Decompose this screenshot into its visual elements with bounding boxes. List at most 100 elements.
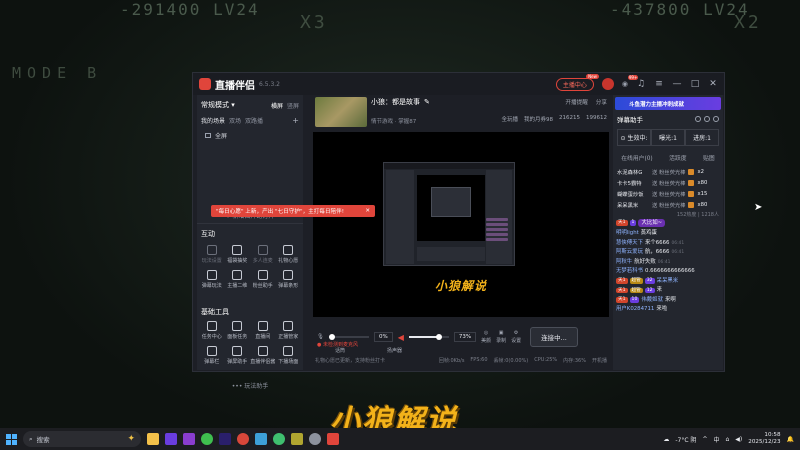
weather-text[interactable]: -7°C 阴 [675,435,696,444]
effect-entry: 进房:1 [685,129,719,146]
tool-gift-wish[interactable]: 礼物心愿 [276,245,302,264]
menu-icon[interactable]: ≡ [654,79,664,89]
language-indicator[interactable]: 中 [713,435,719,444]
record-button[interactable]: ▣ 录制 [496,330,506,344]
tab-landscape[interactable]: 横屏 [271,101,283,110]
speaker-volume-slider[interactable] [408,334,449,340]
tray-overflow-icon[interactable]: ^ [702,436,707,443]
chat-list: 天1 1 大比如~ 明明light 蒸鸡蛋 慧侠傅天下 来个6666 06:41 阿斯云爱… [613,219,723,313]
terminal-icon[interactable] [165,433,177,445]
media-player-icon[interactable] [183,433,195,445]
mic-volume-slider[interactable] [328,334,369,340]
popout-icon[interactable] [713,116,719,122]
file-explorer-icon[interactable] [147,433,159,445]
speaker-icon[interactable]: ◀ [398,333,404,342]
stream-thumbnail[interactable] [315,97,367,127]
share-button[interactable]: 分享 [596,98,607,106]
tab-portrait[interactable]: 竖屏 [287,101,299,110]
promo-banner[interactable]: 斗鱼潜力主播冲刺成就 [615,97,721,110]
weather-icon[interactable]: ☁ [663,436,669,443]
right-panel: 斗鱼潜力主播冲刺成就 弹幕助手 ⊙ 生效中: 曝光:1 进房:1 在线用户(0)… [613,95,723,370]
network-icon[interactable]: ⌂ [725,436,729,443]
host-center-button[interactable]: 主播中心 New [555,73,599,91]
tab-activity[interactable]: 活跃度 [669,153,686,162]
bot-icon [257,346,268,356]
effect-stats: ⊙ 生效中: 曝光:1 进房:1 [617,129,719,146]
status-cpu: CPU:25% [534,357,558,363]
title-bar: 直播伴侣 6.5.3.2 主播中心 New ◉ 99+ ♫ ≡ — □ ✕ [193,73,724,95]
minimize-button[interactable]: — [672,79,682,89]
tool-companion-bot[interactable]: 直播伴侣酱 [250,346,276,365]
mic-percent: 0% [373,332,393,342]
tab-stickers[interactable]: 贴图 [703,153,715,162]
game-icon[interactable] [291,433,303,445]
settings-icon[interactable] [309,433,321,445]
mic-label: 话筒 [335,348,346,354]
tool-panel-task[interactable]: 面板任务 [225,321,251,340]
tool-play-settings[interactable]: 玩法设置 [199,245,225,264]
tool-popup-helper[interactable]: 弹屏助手 [225,346,251,365]
settings-button[interactable]: ⚙ 设置 [511,330,521,344]
app-icon-2[interactable] [255,433,267,445]
remind-button[interactable]: 开播提醒 [565,98,587,106]
tool-task-center[interactable]: 任务中心 [199,321,225,340]
glowstick-icon [688,201,695,208]
app-icon-1[interactable] [237,433,249,445]
tool-live-room[interactable]: 直播间 [250,321,276,340]
more-tools-button[interactable]: ••• 玩法助手 [197,381,303,390]
status-message: 礼物心愿已更新，支持粉丝打卡 [315,358,386,364]
tab-online-users[interactable]: 在线用户(0) [621,153,652,162]
gift-icon[interactable] [601,78,614,90]
app-version: 6.5.3.2 [259,80,280,88]
basic-tools-grid: 任务中心 面板任务 直播间 正播管家 弹幕栏 弹屏助手 直播伴侣酱 下播场面 [199,321,301,365]
tool-danmu-play[interactable]: 弹幕玩法 [199,270,225,289]
edit-icon[interactable]: ✎ [424,98,430,106]
chat-message: 阿秋牛 航好失败 06:41 [616,258,671,265]
start-stream-button[interactable]: 连接中... [530,327,578,347]
tool-danmu-bar[interactable]: 弹幕条形 [276,270,302,289]
download-icon [283,245,294,255]
mode-dropdown[interactable]: 常规模式 ▾ [201,100,235,110]
mic-icon[interactable]: 🎙 [317,334,324,340]
bg-mode-text: MODE B [12,64,103,82]
stat-ticket: 我的月券98 [524,117,553,123]
stream-title[interactable]: 小狼：都是故事 [371,97,420,107]
clock[interactable]: 10:58 2025/12/23 [748,432,780,445]
headset-icon[interactable]: ♫ [636,79,646,89]
effect-exposure: 曝光:1 [651,129,685,146]
close-button[interactable]: ✕ [708,79,718,89]
tool-lucky-bag[interactable]: 福袋抽奖 [225,245,251,264]
gift-row: 呆呆黑米送 粉丝荧光棒 x80 [617,201,708,209]
tool-fan-helper[interactable]: 粉丝助手 [250,270,276,289]
notification-button[interactable]: ◉ 99+ [622,75,639,88]
chat-message: 明明light 蒸鸡蛋 [616,230,657,237]
announcement-tooltip: "每日心愿" 上新，产出 "七日守护"，主打每日陪伴! ✕ [211,205,375,217]
add-scene-icon[interactable]: + [292,116,299,125]
download-icon [283,270,294,280]
tool-end-stream[interactable]: 下播场面 [276,346,302,365]
notification-bell-icon[interactable]: 🔔 [787,436,794,443]
taskbar-search[interactable]: ⌕ 搜索 ✦ [23,431,141,447]
source-item-fullscreen[interactable]: 全屏 [197,129,303,142]
tool-danmu[interactable]: 弹幕栏 [199,346,225,365]
divider [197,223,303,224]
refresh-icon[interactable] [695,116,701,122]
settings-icon[interactable] [704,116,710,122]
tool-host-qr[interactable]: 主播二维 [225,270,251,289]
tool-manager[interactable]: 正播管家 [276,321,302,340]
tooltip-close-icon[interactable]: ✕ [365,208,370,214]
dual-scene-tab[interactable]: 双场 [229,116,241,125]
windows-start-icon[interactable] [6,433,17,445]
tool-multi-mic[interactable]: 多人连麦 [250,245,276,264]
beauty-button[interactable]: ◎ 美颜 [481,330,491,344]
maximize-button[interactable]: □ [690,79,700,89]
after-effects-icon[interactable] [219,433,231,445]
stream-preview[interactable]: 小狼解说 [313,132,609,317]
volume-icon[interactable]: ◀) [735,436,742,443]
chat-icon[interactable] [273,433,285,445]
dual-stream-tab[interactable]: 双路播 [245,116,263,125]
wechat-icon[interactable] [201,433,213,445]
stream-category[interactable]: 情节游戏 · 掌握87 [371,117,430,125]
live-companion-icon[interactable] [327,433,339,445]
my-scenes-tab[interactable]: 我的场景 [201,116,225,125]
